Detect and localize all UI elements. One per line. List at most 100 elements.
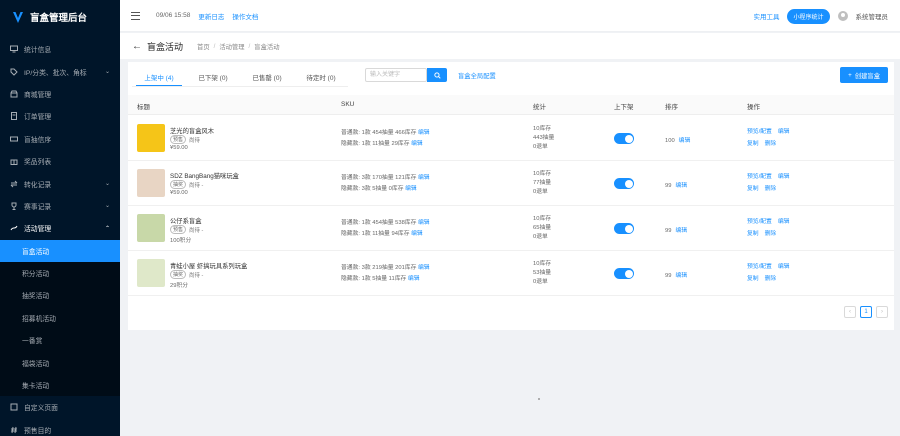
chevron-icon: ⌃ (104, 225, 110, 232)
sort-edit-link[interactable]: 编辑 (675, 183, 687, 189)
tab-on-shelf[interactable]: 上架中 (4) (132, 68, 186, 86)
copy-link[interactable]: 复制 (747, 276, 759, 282)
th-sku: SKU (341, 101, 355, 108)
sidebar-item-8[interactable]: 活动管理 ⌃ (0, 217, 120, 239)
sidebar-subitem-2[interactable]: 抽奖活动 (0, 284, 120, 306)
monitor-icon (10, 45, 18, 53)
delete-link[interactable]: 删除 (765, 141, 777, 147)
sidebar-subitem-1[interactable]: 积分活动 (0, 262, 120, 284)
sidebar-subitem-5[interactable]: 福袋活动 (0, 351, 120, 373)
search-button[interactable] (427, 68, 447, 82)
sidebar-item-label: 活动管理 (24, 226, 52, 234)
sidebar-item-bottom-1[interactable]: 预售目的 (0, 419, 120, 436)
tab-off-shelf[interactable]: 已下架 (0) (186, 68, 240, 86)
sidebar-subitem-6[interactable]: 集卡活动 (0, 374, 120, 396)
sort-number: 99 (665, 183, 672, 189)
sku-hidden-text: 隐藏款: 1款 11抽量 94库存 (341, 231, 412, 237)
tab-scheduled[interactable]: 待定时 (0) (294, 68, 348, 86)
page-icon (10, 403, 18, 411)
create-button-label: 创建盲盒 (854, 72, 880, 80)
sku-edit-link[interactable]: 编辑 (418, 265, 430, 271)
breadcrumb-home[interactable]: 首页 (197, 42, 210, 51)
delete-link[interactable]: 删除 (765, 276, 777, 282)
menu-toggle-icon[interactable] (131, 11, 140, 20)
chevron-icon: ⌄ (104, 203, 110, 210)
breadcrumb-activity[interactable]: 活动管理 (219, 42, 244, 51)
sidebar-item-0[interactable]: 统计信息 (0, 38, 120, 60)
sku-hidden-text: 隐藏款: 3款 5抽量 0库存 (341, 186, 406, 192)
sort-edit-link[interactable]: 编辑 (679, 138, 691, 144)
next-page-button[interactable]: › (876, 306, 888, 318)
miniapp-stats-button[interactable]: 小程序统计 (787, 8, 830, 24)
prev-page-button[interactable]: ‹ (844, 306, 856, 318)
global-config-link[interactable]: 盲盒全局配置 (458, 71, 496, 80)
preview-config-link[interactable]: 预览/配置 (747, 129, 772, 135)
sidebar-subitem-3[interactable]: 招募机活动 (0, 307, 120, 329)
user-name[interactable]: 系统管理员 (856, 11, 889, 21)
edit-link[interactable]: 编辑 (778, 174, 790, 180)
edit-link[interactable]: 编辑 (778, 129, 790, 135)
sort-edit-link[interactable]: 编辑 (675, 273, 687, 279)
shelf-toggle[interactable] (614, 223, 634, 234)
sidebar-item-4[interactable]: 盲抽信序 (0, 128, 120, 150)
delete-link[interactable]: 删除 (765, 231, 777, 237)
avatar[interactable] (837, 11, 848, 21)
sidebar-item-6[interactable]: 转化记录 ⌄ (0, 172, 120, 194)
type-badge: 预售 (170, 135, 187, 144)
sort-edit-link[interactable]: 编辑 (675, 228, 687, 234)
sidebar-item-label: 预售目的 (24, 427, 52, 435)
tab-sold-out[interactable]: 已售罄 (0) (240, 68, 294, 86)
sku-edit-link[interactable]: 编辑 (411, 141, 423, 147)
page-button-current[interactable]: 1 (860, 306, 872, 318)
table-row: 芝光的盲盒风木 预售 尚待 ¥59.00 普通款: 1款 454抽量 466库存 编辑隐… (128, 116, 894, 161)
edit-link[interactable]: 编辑 (778, 264, 790, 270)
tools-link[interactable]: 实用工具 (753, 11, 779, 21)
sidebar-subitem-label: 集卡活动 (22, 383, 50, 391)
delete-link[interactable]: 删除 (765, 186, 777, 192)
copy-link[interactable]: 复制 (747, 186, 759, 192)
product-name: 公仔系盲盒 (170, 218, 202, 225)
shelf-toggle[interactable] (614, 268, 634, 279)
sort-number: 99 (665, 228, 672, 234)
ops-line-2: 复制 删除 (747, 183, 782, 192)
sidebar-subitem-0[interactable]: 盲盒活动 (0, 239, 120, 262)
sku-edit-link[interactable]: 编辑 (418, 130, 430, 136)
preview-config-link[interactable]: 预览/配置 (747, 174, 772, 180)
preview-config-link[interactable]: 预览/配置 (747, 219, 772, 225)
sku-edit-link[interactable]: 编辑 (418, 220, 430, 226)
sku-edit-link[interactable]: 编辑 (405, 186, 417, 192)
sidebar-item-5[interactable]: 奖品列表 (0, 150, 120, 172)
sidebar-subitem-4[interactable]: 一番赏 (0, 329, 120, 351)
badge-note: 尚待 (189, 137, 201, 144)
sidebar-subitem-label: 盲盒活动 (22, 248, 50, 256)
edit-link[interactable]: 编辑 (778, 219, 790, 225)
product-price: 29积分 (170, 283, 189, 289)
sidebar-item-bottom-0[interactable]: 自定义页面 (0, 396, 120, 418)
stat-draws: 53抽量 (533, 270, 552, 276)
preview-config-link[interactable]: 预览/配置 (747, 264, 772, 270)
sku-edit-link[interactable]: 编辑 (408, 276, 420, 282)
product-tag: 预售 尚待 (170, 135, 200, 144)
sku-normal-text: 普通款: 3款 170抽量 121库存 (341, 175, 418, 181)
ops-line-2: 复制 删除 (747, 273, 782, 282)
search-input[interactable] (365, 68, 427, 82)
sku-edit-link[interactable]: 编辑 (418, 175, 430, 181)
copy-link[interactable]: 复制 (747, 231, 759, 237)
breadcrumb-separator: / (248, 42, 251, 50)
sidebar-subitem-label: 积分活动 (22, 271, 50, 279)
sidebar-item-7[interactable]: 赛事记录 ⌄ (0, 195, 120, 217)
changelog-link[interactable]: 更新日志 (198, 11, 224, 21)
sku-normal: 普通款: 1款 454抽量 466库存 编辑 (341, 127, 430, 136)
product-price: 100积分 (170, 238, 192, 244)
sidebar-item-3[interactable]: 订单管理 (0, 105, 120, 127)
create-blindbox-button[interactable]: + 创建盲盒 (840, 67, 888, 83)
docs-link[interactable]: 操作文档 (232, 11, 258, 21)
ops-line-1: 预览/配置 编辑 (747, 216, 795, 225)
sku-edit-link[interactable]: 编辑 (411, 231, 423, 237)
shelf-toggle[interactable] (614, 178, 634, 189)
back-arrow-icon[interactable]: ← (132, 41, 142, 52)
shelf-toggle[interactable] (614, 133, 634, 144)
sidebar-item-1[interactable]: IP/分类、批次、角标 ⌄ (0, 60, 120, 82)
copy-link[interactable]: 复制 (747, 141, 759, 147)
sidebar-item-2[interactable]: 商城管理 (0, 83, 120, 105)
